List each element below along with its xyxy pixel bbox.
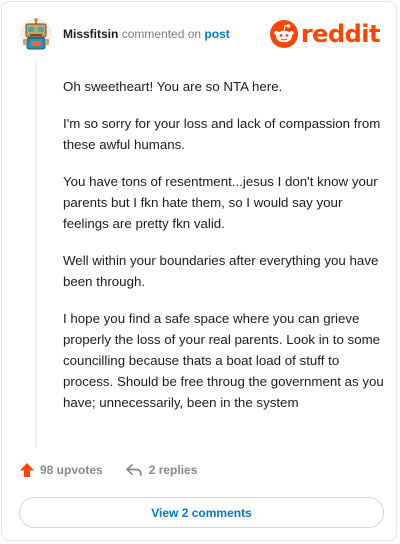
upvote-button[interactable]: 98 upvotes (19, 462, 103, 478)
comment-paragraph: Oh sweetheart! You are so NTA here. (63, 79, 283, 94)
reply-count: 2 replies (148, 463, 198, 477)
reddit-snoo-icon (269, 20, 298, 48)
user-avatar[interactable] (19, 17, 53, 51)
upvote-arrow-icon (20, 463, 34, 477)
comment-meta: Missfitsin commented on post (63, 27, 230, 41)
replies-button[interactable]: 2 replies (125, 463, 198, 477)
comment-card: Missfitsin commented on post reddit Oh s… (1, 1, 397, 541)
comment-paragraph: You have tons of resentment...jesus I do… (63, 174, 378, 231)
reddit-wordmark: reddit (300, 20, 381, 48)
post-link[interactable]: post (204, 27, 229, 41)
comment-paragraph: Well within your boundaries after everyt… (63, 253, 379, 289)
robot-avatar-icon (20, 18, 52, 50)
view-comments-button[interactable]: View 2 comments (19, 497, 384, 528)
username-link[interactable]: Missfitsin (63, 27, 118, 41)
comment-paragraph: I'm so sorry for your loss and lack of c… (63, 116, 381, 152)
comment-verb: commented on (121, 27, 202, 41)
upvote-count: 98 upvotes (40, 463, 103, 477)
comment-paragraph: I hope you find a safe space where you c… (63, 311, 384, 410)
thread-line[interactable] (35, 62, 37, 448)
reply-arrow-icon (125, 464, 142, 476)
comment-footer: 98 upvotes 2 replies (19, 462, 197, 478)
reddit-logo[interactable]: reddit (269, 20, 381, 48)
comment-body: Oh sweetheart! You are so NTA here. I'm … (63, 76, 385, 429)
comment-header: Missfitsin commented on post (19, 16, 230, 52)
